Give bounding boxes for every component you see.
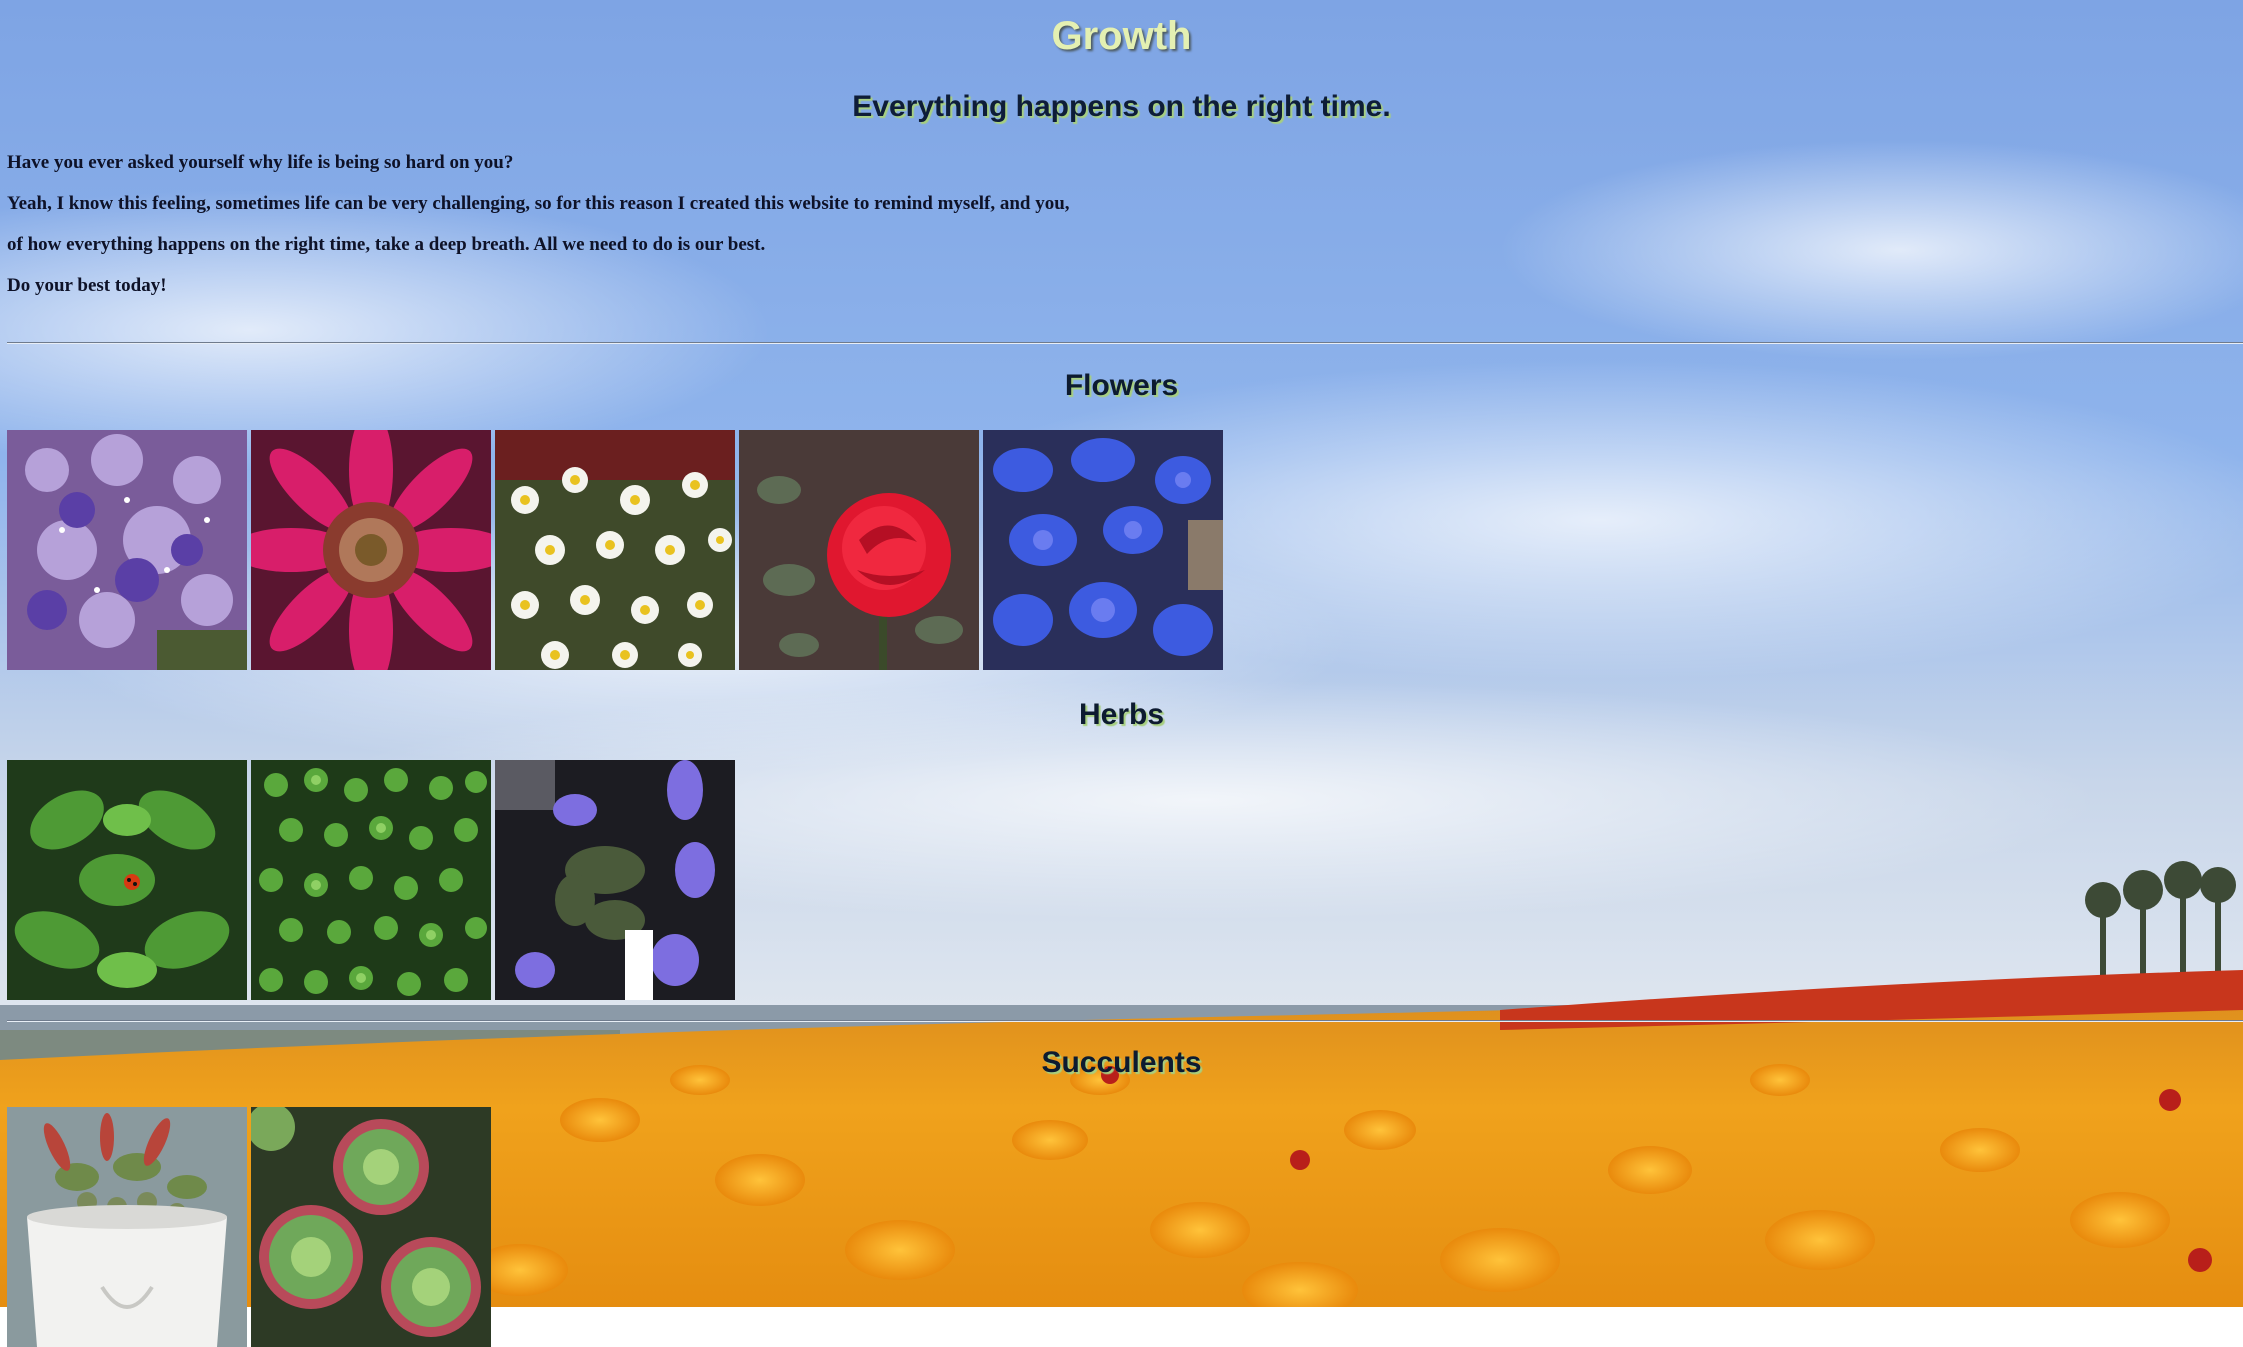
succulents-gallery <box>7 1107 491 1347</box>
herbs-gallery <box>7 760 735 1000</box>
section-title-succulents: Succulents <box>1041 1046 1202 1079</box>
section-title-flowers: Flowers <box>1064 369 1179 402</box>
page-subtitle: Everything happens on the right time. <box>852 90 1391 123</box>
page-title: Growth <box>1051 14 1192 58</box>
intro-line: Have you ever asked yourself why life is… <box>7 152 514 173</box>
white-chamomile-daisies-photo <box>495 430 735 670</box>
divider <box>7 342 2243 344</box>
intro-text: Have you ever asked yourself why life is… <box>7 151 1070 315</box>
intro-line: Do your best today! <box>7 275 167 296</box>
divider <box>7 1020 2243 1022</box>
mint-leaves-with-ladybug-photo <box>7 760 247 1000</box>
red-rose-photo <box>739 430 979 670</box>
purple-statice-flowers-photo <box>7 430 247 670</box>
oregano-plant-photo <box>251 760 491 1000</box>
succulents-in-white-face-pot-photo <box>7 1107 247 1347</box>
pink-gerbera-daisy-photo <box>251 430 491 670</box>
flowers-gallery <box>7 430 1223 670</box>
section-title-herbs: Herbs <box>1078 698 1165 731</box>
intro-line: of how everything happens on the right t… <box>7 234 766 255</box>
blue-orchids-photo <box>983 430 1223 670</box>
purple-sage-blossoms-photo <box>495 760 735 1000</box>
intro-line: Yeah, I know this feeling, sometimes lif… <box>7 193 1070 214</box>
echeveria-rosettes-photo <box>251 1107 491 1347</box>
